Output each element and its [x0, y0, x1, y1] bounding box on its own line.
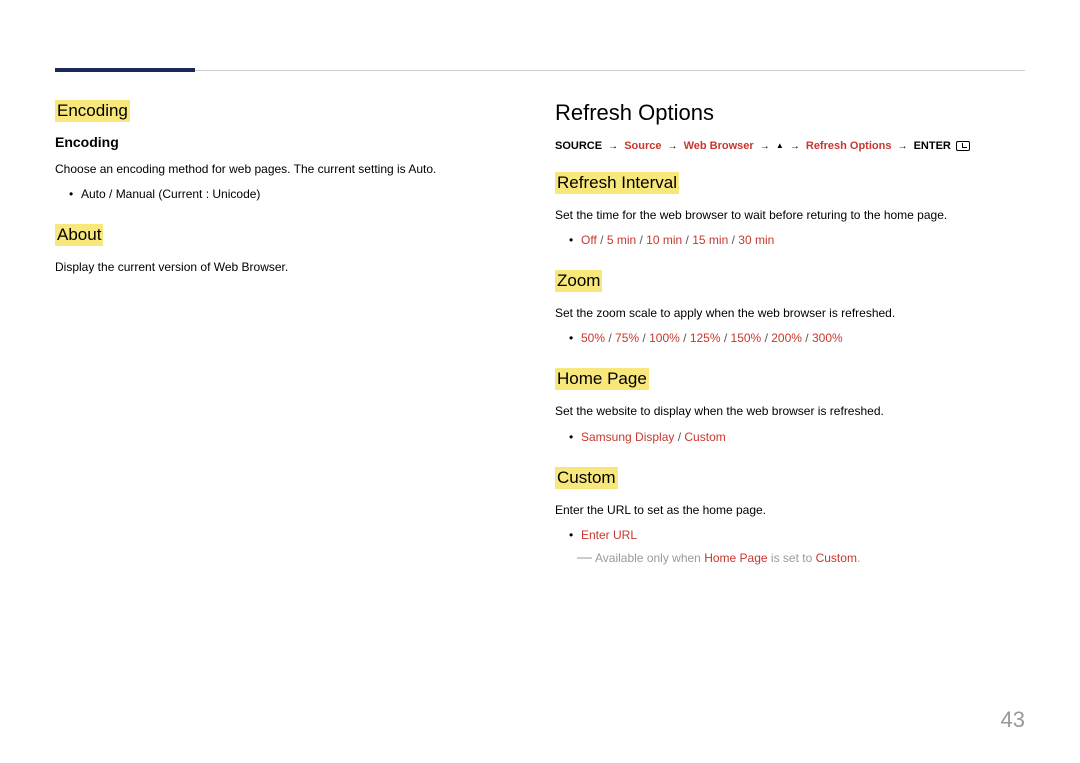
- breadcrumb: SOURCE → Source → Web Browser → ▲ → Refr…: [555, 138, 1025, 156]
- arrow-icon: →: [898, 139, 908, 155]
- bc-enter: ENTER: [914, 140, 951, 152]
- about-section: About Display the current version of Web…: [55, 224, 505, 277]
- custom-option: Enter URL: [555, 526, 1025, 545]
- page-number: 43: [1001, 707, 1025, 733]
- encoding-subheading: Encoding: [55, 134, 505, 150]
- custom-note: ― Available only when Home Page is set t…: [555, 549, 1025, 568]
- top-accent-bar: [55, 68, 195, 72]
- arrow-icon: →: [608, 139, 618, 155]
- zoom-desc: Set the zoom scale to apply when the web…: [555, 304, 1025, 323]
- homepage-heading: Home Page: [555, 368, 1025, 390]
- bc-source: Source: [624, 140, 661, 152]
- refresh-interval-options: Off / 5 min / 10 min / 15 min / 30 min: [555, 231, 1025, 250]
- right-column: Refresh Options SOURCE → Source → Web Br…: [555, 100, 1025, 588]
- encoding-heading: Encoding: [55, 100, 505, 122]
- bc-source-label: SOURCE: [555, 140, 602, 152]
- top-divider: [55, 70, 1025, 71]
- bc-web-browser: Web Browser: [684, 140, 754, 152]
- refresh-interval-desc: Set the time for the web browser to wait…: [555, 206, 1025, 225]
- note-dash-icon: ―: [577, 546, 592, 570]
- refresh-options-title: Refresh Options: [555, 100, 1025, 126]
- zoom-section: Zoom Set the zoom scale to apply when th…: [555, 270, 1025, 348]
- custom-desc: Enter the URL to set as the home page.: [555, 501, 1025, 520]
- enter-icon: [956, 141, 970, 151]
- zoom-options: 50% / 75% / 100% / 125% / 150% / 200% / …: [555, 329, 1025, 348]
- encoding-bullet: Auto / Manual (Current : Unicode): [55, 185, 505, 204]
- arrow-icon: →: [790, 139, 800, 155]
- bc-refresh-options: Refresh Options: [806, 140, 892, 152]
- encoding-section: Encoding Encoding Choose an encoding met…: [55, 100, 505, 204]
- up-triangle-icon: ▲: [776, 140, 784, 153]
- encoding-desc: Choose an encoding method for web pages.…: [55, 160, 505, 179]
- homepage-desc: Set the website to display when the web …: [555, 402, 1025, 421]
- zoom-heading: Zoom: [555, 270, 1025, 292]
- homepage-section: Home Page Set the website to display whe…: [555, 368, 1025, 446]
- left-column: Encoding Encoding Choose an encoding met…: [55, 100, 505, 298]
- about-heading: About: [55, 224, 505, 246]
- arrow-icon: →: [760, 139, 770, 155]
- custom-section: Custom Enter the URL to set as the home …: [555, 467, 1025, 569]
- refresh-interval-heading: Refresh Interval: [555, 172, 1025, 194]
- homepage-options: Samsung Display / Custom: [555, 428, 1025, 447]
- refresh-interval-section: Refresh Interval Set the time for the we…: [555, 172, 1025, 250]
- arrow-icon: →: [668, 139, 678, 155]
- about-desc: Display the current version of Web Brows…: [55, 258, 505, 277]
- custom-heading: Custom: [555, 467, 1025, 489]
